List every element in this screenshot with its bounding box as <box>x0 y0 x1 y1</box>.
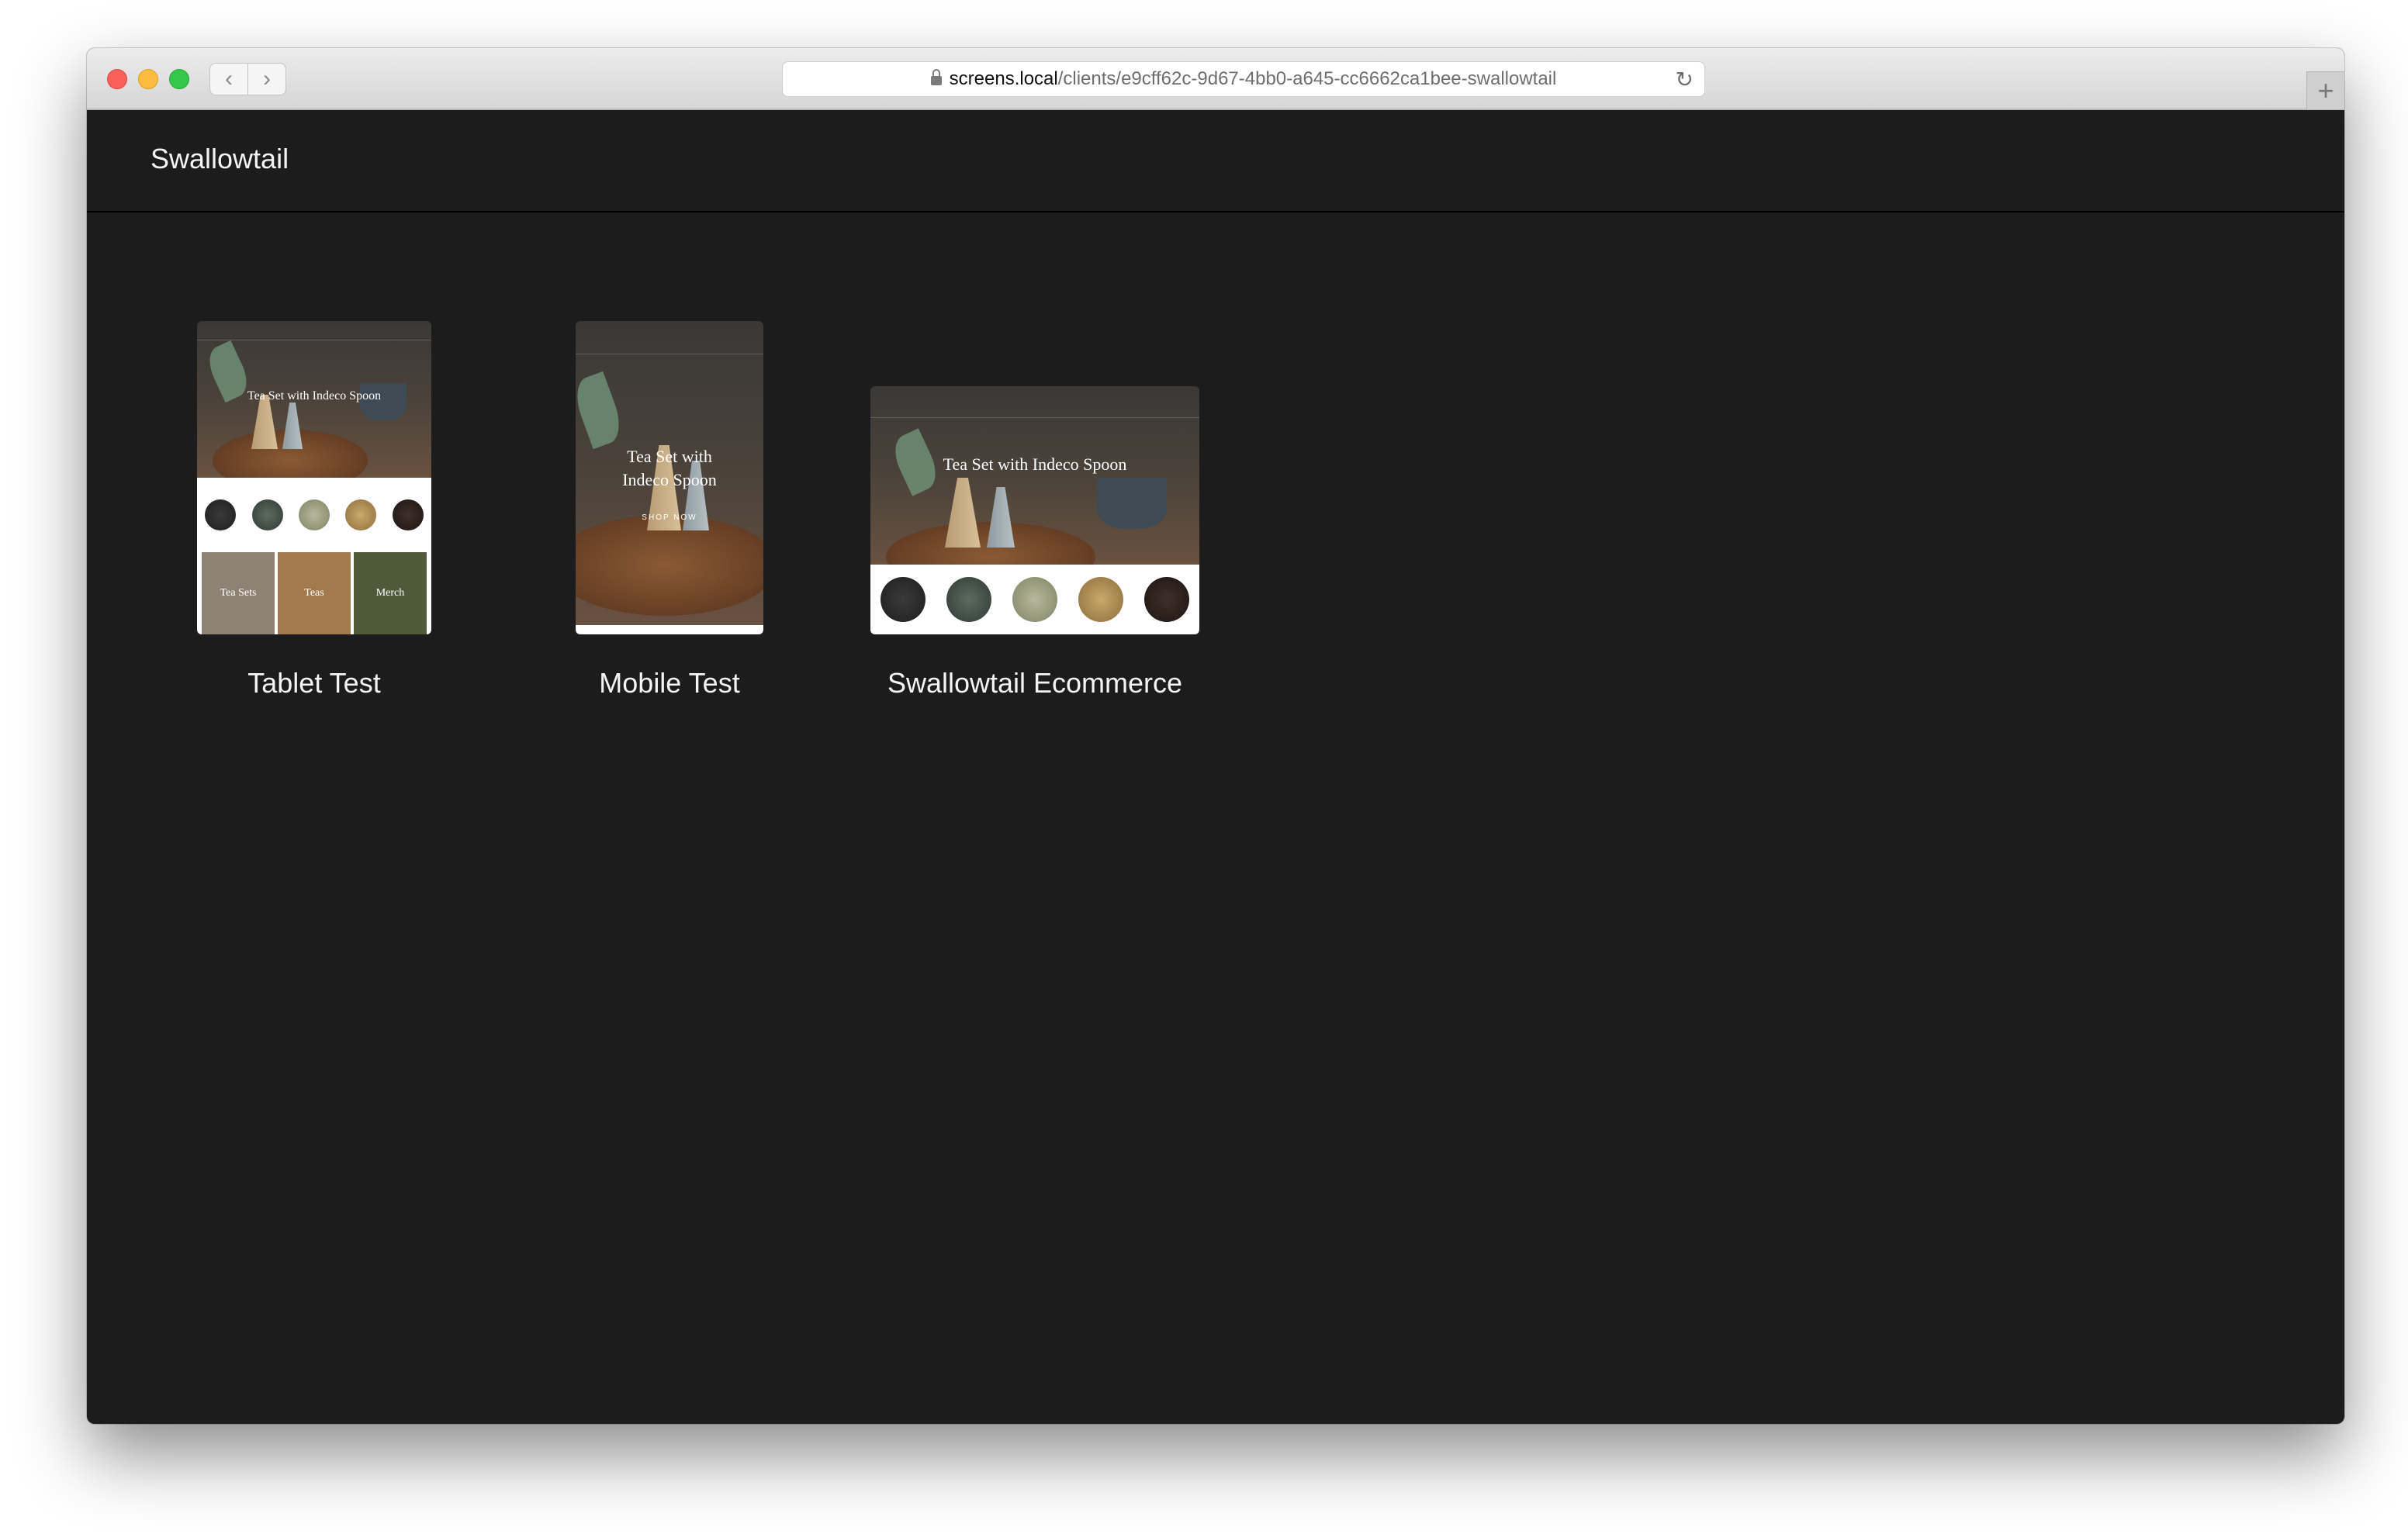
screen-name[interactable]: Swallowtail Ecommerce <box>793 667 1277 700</box>
screen-card-ecommerce[interactable]: Tea Set with Indeco Spoon Swallowtail Ec… <box>870 273 1199 707</box>
url-host: screens.local <box>949 68 1058 89</box>
thumbnail-cta: SHOP NOW <box>642 513 697 522</box>
lock-icon <box>930 69 942 85</box>
reload-icon[interactable]: ↻ <box>1676 67 1694 92</box>
thumbnail-tile: Tea Sets <box>202 552 275 634</box>
thumbnail-nav <box>870 386 1199 418</box>
browser-window: ‹ › screens.local/clients/e9cff62c-9d67-… <box>87 48 2344 1424</box>
screen-thumbnail[interactable]: Tea Set with Indeco Spoon SHOP NOW <box>576 321 763 634</box>
thumbnail-nav <box>197 321 431 340</box>
close-window-button[interactable] <box>107 69 127 89</box>
thumbnail-hero-text: Tea Set with Indeco Spoon <box>622 447 717 489</box>
chevron-right-icon: › <box>263 66 271 92</box>
screen-card-tablet[interactable]: Tea Set with Indeco Spoon Tea Sets Teas … <box>197 273 431 707</box>
brand-title[interactable]: Swallowtail <box>150 143 289 175</box>
app-header: Swallowtail <box>87 110 2344 212</box>
url-path: /clients/e9cff62c-9d67-4bb0-a645-cc6662c… <box>1057 68 1557 89</box>
thumbnail-tile: Merch <box>354 552 427 634</box>
address-bar[interactable]: screens.local/clients/e9cff62c-9d67-4bb0… <box>782 61 1705 97</box>
maximize-window-button[interactable] <box>169 69 189 89</box>
screen-name[interactable]: Mobile Test <box>498 667 841 700</box>
thumbnail-tile: Teas <box>278 552 351 634</box>
minimize-window-button[interactable] <box>138 69 158 89</box>
screen-thumbnail[interactable]: Tea Set with Indeco Spoon Tea Sets Teas … <box>197 321 431 634</box>
screen-name[interactable]: Tablet Test <box>119 667 509 700</box>
new-tab-button[interactable]: + <box>2306 71 2344 109</box>
thumbnail-hero-text: Tea Set with Indeco Spoon <box>247 389 382 403</box>
screen-card-mobile[interactable]: Tea Set with Indeco Spoon SHOP NOW Mobil… <box>576 273 763 707</box>
thumbnail-nav <box>576 321 763 354</box>
thumbnail-hero-text: Tea Set with Indeco Spoon <box>943 454 1127 474</box>
plus-icon: + <box>2317 74 2334 106</box>
chevron-left-icon: ‹ <box>225 66 233 92</box>
back-button[interactable]: ‹ <box>209 63 248 95</box>
screen-thumbnail[interactable]: Tea Set with Indeco Spoon <box>870 386 1199 634</box>
browser-toolbar: ‹ › screens.local/clients/e9cff62c-9d67-… <box>87 48 2344 110</box>
forward-button[interactable]: › <box>247 63 286 95</box>
